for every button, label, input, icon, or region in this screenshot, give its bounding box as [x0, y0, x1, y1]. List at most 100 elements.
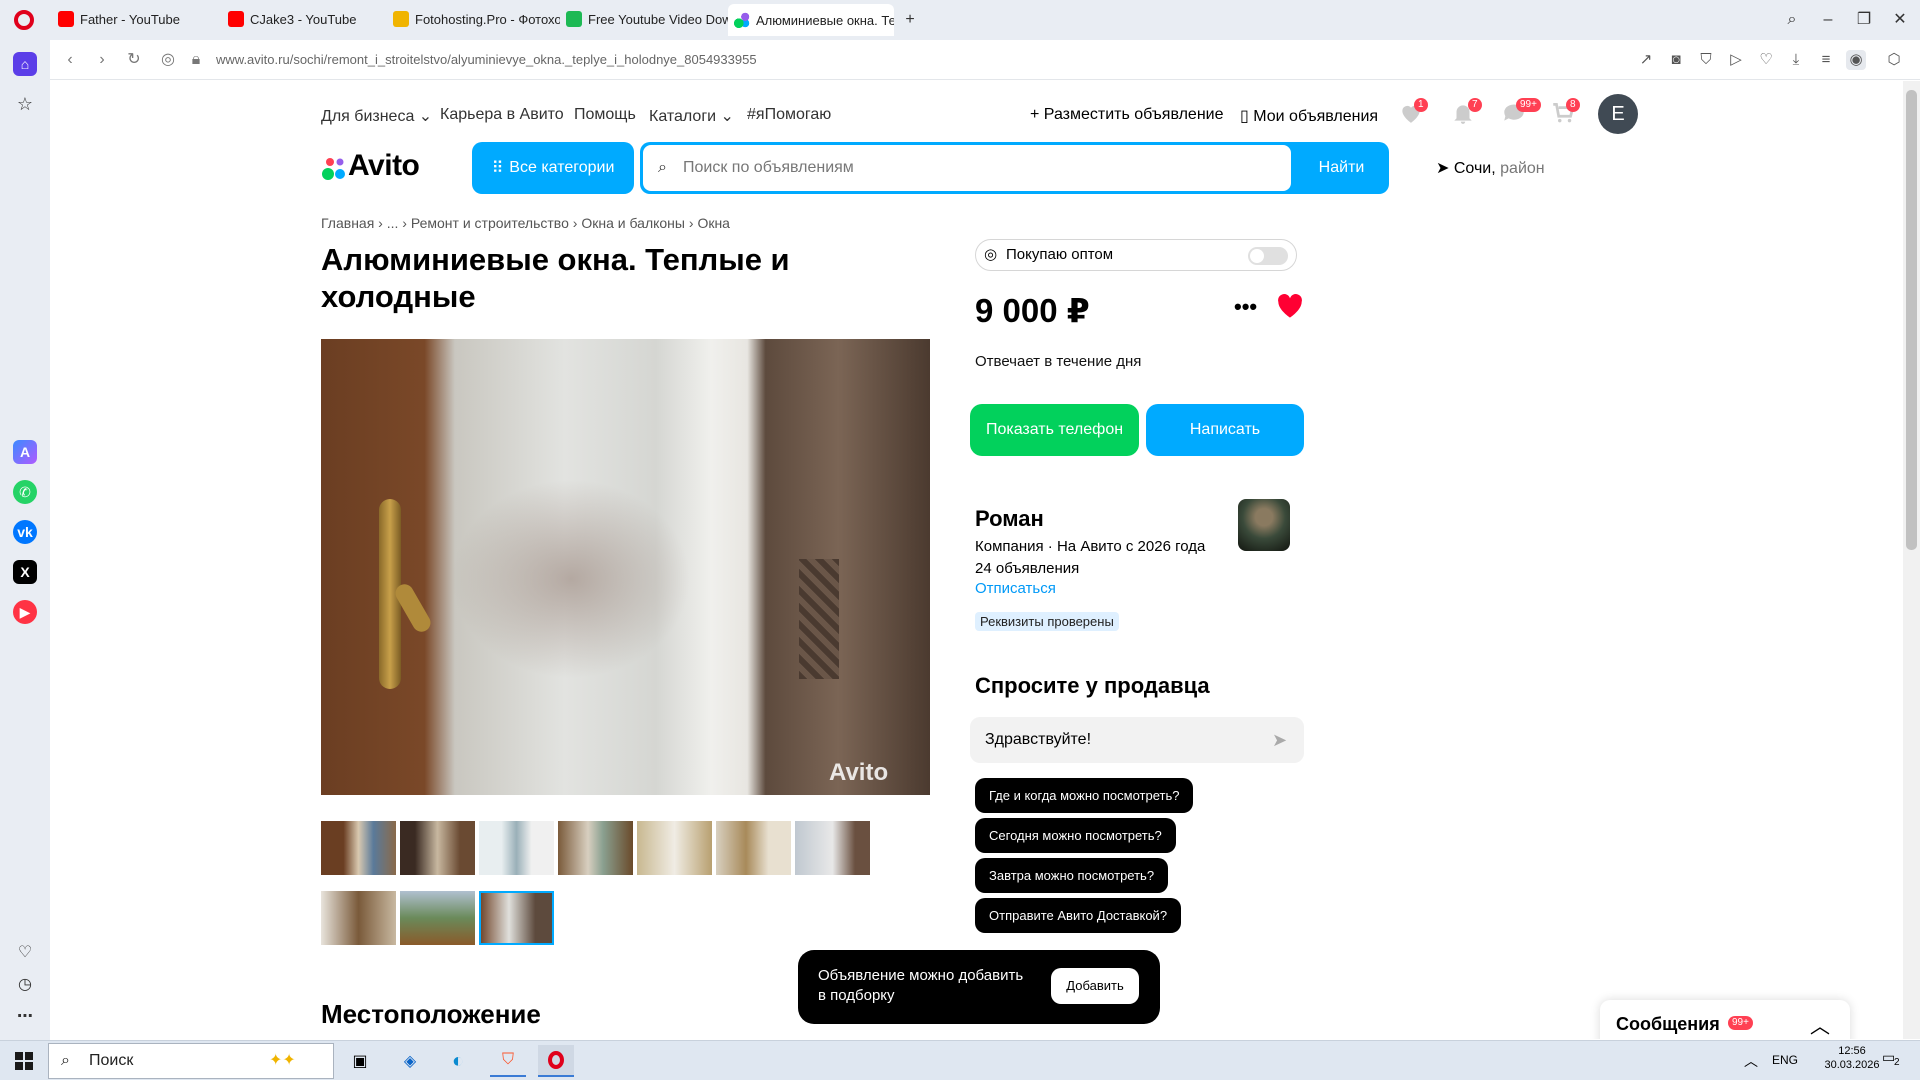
photo-thumbnail[interactable]	[321, 821, 396, 875]
breadcrumb-item[interactable]: Окна	[697, 215, 730, 231]
search-button[interactable]: Найти	[1294, 142, 1389, 194]
seller-ads-count[interactable]: 24 объявления	[975, 558, 1205, 580]
camera-icon[interactable]: ◙	[1666, 50, 1686, 70]
show-phone-button[interactable]: Показать телефон	[970, 404, 1139, 456]
download-icon[interactable]: ⤓	[1786, 50, 1806, 70]
wholesale-toggle[interactable]	[1248, 247, 1288, 265]
user-avatar[interactable]: E	[1598, 94, 1638, 134]
taskbar-search-input[interactable]: ⌕ Поиск ✦✦	[48, 1043, 334, 1079]
link-ya-pomogayu[interactable]: #яПомогаю	[747, 106, 831, 124]
notification-center-icon[interactable]: ▭ 2	[1882, 1049, 1906, 1073]
main-photo[interactable]: Avito	[321, 339, 930, 795]
task-view-icon[interactable]: ▣	[342, 1045, 378, 1077]
search-icon: ⌕	[658, 159, 667, 176]
language-indicator[interactable]: ENG	[1772, 1053, 1798, 1067]
chevron-up-icon[interactable]: ︿	[1810, 1010, 1830, 1039]
photo-thumbnail[interactable]	[479, 821, 554, 875]
shield-icon[interactable]: ⛉	[1696, 50, 1716, 70]
browser-tab[interactable]: CJake3 - YouTube	[222, 6, 387, 32]
browser-tab[interactable]: Father - YouTube	[52, 6, 222, 32]
location-selector[interactable]: ➤ Сочи, район	[1436, 158, 1545, 178]
scrollbar-thumb[interactable]	[1906, 90, 1917, 550]
outlook-icon[interactable]: ◈	[392, 1045, 428, 1077]
seller-name[interactable]: Роман	[975, 506, 1044, 532]
toast-add-button[interactable]: Добавить	[1051, 968, 1139, 1004]
quick-question-button[interactable]: Завтра можно посмотреть?	[975, 858, 1169, 893]
notifications-bell-icon[interactable]: 7	[1450, 98, 1482, 130]
profile-icon[interactable]: ◉	[1846, 50, 1866, 70]
link-help[interactable]: Помощь	[574, 106, 636, 124]
opera-taskbar-icon[interactable]	[538, 1045, 574, 1077]
browser-tab[interactable]: Free Youtube Video Dowr	[560, 6, 728, 32]
edge-icon[interactable]: ◐	[440, 1045, 476, 1077]
breadcrumb-item[interactable]: Главная	[321, 215, 374, 231]
chevron-up-icon[interactable]: ︿	[1744, 1051, 1758, 1071]
seller-avatar[interactable]	[1238, 499, 1290, 551]
windows-start-icon[interactable]	[6, 1045, 42, 1077]
send-icon[interactable]: ➤	[1272, 730, 1287, 751]
breadcrumb-item[interactable]: Окна и балконы	[581, 215, 685, 231]
avito-logo-text[interactable]: Avito	[348, 149, 420, 183]
play-icon[interactable]: ▷	[1726, 50, 1746, 70]
breadcrumb-item[interactable]: Ремонт и строительство	[411, 215, 569, 231]
new-tab-button[interactable]: +	[898, 8, 922, 32]
search-tabs-icon[interactable]: ⌕	[1780, 8, 1804, 32]
photo-thumbnail[interactable]	[637, 821, 712, 875]
whatsapp-icon[interactable]: ✆	[13, 480, 37, 504]
star-icon[interactable]: ☆	[13, 92, 37, 116]
quick-question-button[interactable]: Где и когда можно посмотреть?	[975, 778, 1194, 813]
menu-lines-icon[interactable]: ≡	[1816, 50, 1836, 70]
photo-thumbnail[interactable]	[558, 821, 633, 875]
browser-tab-active[interactable]: Алюминиевые окна. Теп	[728, 4, 894, 36]
more-dots-icon[interactable]: ⋯	[13, 1004, 37, 1028]
cart-icon[interactable]: 8	[1550, 98, 1580, 130]
search-input[interactable]: Поиск по объявлениям	[643, 145, 1291, 191]
restore-button[interactable]: ❐	[1852, 8, 1876, 32]
all-categories-button[interactable]: ⠿ Все категории	[472, 142, 634, 194]
aria-icon[interactable]: A	[13, 440, 37, 464]
quick-question-button[interactable]: Сегодня можно посмотреть?	[975, 818, 1176, 853]
heart-outline-icon[interactable]: ♡	[13, 940, 37, 964]
photo-thumbnail[interactable]	[400, 821, 475, 875]
vk-icon[interactable]: vk	[13, 520, 37, 544]
url-field[interactable]: www.avito.ru/sochi/remont_i_stroitelstvo…	[216, 52, 757, 67]
my-ads-link[interactable]: ▯ Мои объявления	[1240, 106, 1378, 126]
photo-thumbnail-selected[interactable]	[479, 891, 554, 945]
share-icon[interactable]: ↗	[1636, 50, 1656, 70]
favorite-heart-icon[interactable]	[1276, 293, 1304, 324]
link-catalogs[interactable]: Каталоги ⌄	[649, 106, 734, 126]
home-icon[interactable]: ⌂	[13, 52, 37, 76]
reload-icon[interactable]: ↻	[124, 50, 144, 70]
more-options-icon[interactable]: •••	[1234, 294, 1257, 320]
favorites-heart-icon[interactable]: 1	[1398, 98, 1428, 130]
photo-thumbnail[interactable]	[716, 821, 791, 875]
minimize-button[interactable]: –	[1816, 8, 1840, 32]
unsubscribe-link[interactable]: Отписаться	[975, 580, 1056, 597]
link-career[interactable]: Карьера в Авито	[440, 106, 564, 124]
messages-chat-icon[interactable]: 99+	[1500, 98, 1541, 130]
extensions-icon[interactable]: ⬡	[1884, 50, 1904, 70]
photo-thumbnail[interactable]	[795, 821, 870, 875]
location-pin-icon[interactable]: ◎	[158, 50, 178, 70]
avito-logo-icon[interactable]	[321, 155, 347, 181]
opera-logo-icon[interactable]	[14, 10, 34, 30]
browser-tab[interactable]: Fotohosting.Pro - Фотохо	[387, 6, 560, 32]
history-clock-icon[interactable]: ◷	[13, 972, 37, 996]
heart-outline-icon[interactable]: ♡	[1756, 50, 1776, 70]
music-player-icon[interactable]: ▶	[13, 600, 37, 624]
brave-icon[interactable]: ⛉	[490, 1045, 526, 1077]
breadcrumb-item[interactable]: ...	[387, 215, 399, 231]
back-icon[interactable]: ‹	[60, 50, 80, 70]
quick-question-button[interactable]: Отправите Авито Доставкой?	[975, 898, 1182, 933]
write-message-button[interactable]: Написать	[1146, 404, 1304, 456]
close-window-button[interactable]: ✕	[1888, 8, 1912, 32]
messages-panel[interactable]: Сообщения 99+ ︿	[1600, 1000, 1850, 1039]
post-ad-link[interactable]: + Разместить объявление	[1030, 106, 1224, 124]
photo-thumbnail[interactable]	[321, 891, 396, 945]
photo-thumbnail[interactable]	[400, 891, 475, 945]
clock[interactable]: 12:56 30.03.2026	[1822, 1045, 1882, 1071]
message-input[interactable]: Здравствуйте!	[970, 717, 1304, 763]
forward-icon[interactable]: ›	[92, 50, 112, 70]
x-twitter-icon[interactable]: X	[13, 560, 37, 584]
link-business[interactable]: Для бизнеса ⌄	[321, 106, 432, 126]
